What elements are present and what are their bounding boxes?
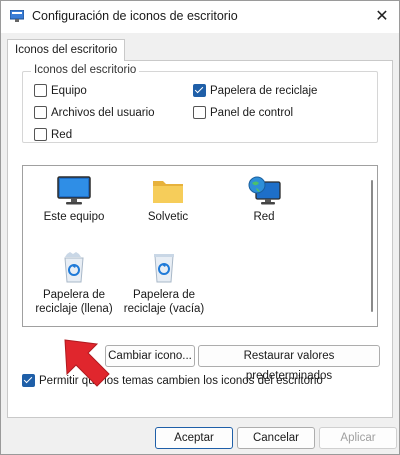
change-icon-button[interactable]: Cambiar icono... [105, 345, 195, 367]
icon-label: Solvetic [147, 211, 189, 223]
network-globe-icon [248, 176, 281, 205]
icon-label-line2: reciclaje (llena) [35, 303, 113, 315]
tab-desktop-icons[interactable]: Iconos del escritorio [7, 39, 126, 61]
close-button[interactable]: ✕ [369, 5, 395, 29]
icon-label: Este equipo [43, 211, 105, 223]
folder-icon [153, 181, 183, 203]
checkbox-papelera[interactable]: Papelera de reciclaje [193, 84, 317, 97]
icon-label-line1: Papelera de [42, 289, 106, 301]
apply-button[interactable]: Aplicar [319, 427, 397, 449]
app-icon [10, 10, 24, 22]
checkbox-label: Panel de control [210, 106, 294, 119]
recycle-bin-empty-icon [154, 254, 174, 283]
list-item-papelera-llena[interactable]: Papelera de reciclaje (llena) [29, 250, 119, 316]
list-item-solvetic[interactable]: Solvetic [123, 176, 213, 224]
groupbox-legend: Iconos del escritorio [31, 64, 140, 76]
checkbox-archivos-usuario[interactable]: Archivos del usuario [34, 106, 155, 119]
cancel-button[interactable]: Cancelar [237, 427, 315, 449]
checkbox-panel-control[interactable]: Panel de control [193, 106, 293, 119]
window-title: Configuración de iconos de escritorio [32, 9, 238, 23]
monitor-icon [57, 176, 91, 205]
icon-label-line1: Papelera de [132, 289, 196, 301]
checkbox-box-checked[interactable] [22, 374, 35, 387]
annotation-arrow-icon [64, 339, 110, 387]
checkbox-box[interactable] [34, 106, 47, 119]
title-bar: Configuración de iconos de escritorio ✕ [1, 1, 399, 33]
checkbox-box[interactable] [34, 84, 47, 97]
checkbox-box-checked[interactable] [193, 84, 206, 97]
icon-list[interactable]: Este equipo Solvetic Red Papelera de rec… [22, 165, 378, 327]
close-icon: ✕ [375, 8, 389, 25]
list-item-papelera-vacia[interactable]: Papelera de reciclaje (vacía) [119, 250, 209, 316]
accept-button[interactable]: Aceptar [155, 427, 233, 449]
checkbox-label: Archivos del usuario [51, 106, 155, 119]
dialog-window: Configuración de iconos de escritorio ✕ … [0, 0, 400, 455]
desktop-icons-groupbox: Iconos del escritorio Equipo Archivos de… [22, 64, 378, 143]
icon-label-line2: reciclaje (vacía) [123, 303, 205, 315]
restore-defaults-button[interactable]: Restaurar valores predeterminados [198, 345, 380, 382]
icon-label: Red [253, 211, 275, 223]
checkbox-equipo[interactable]: Equipo [34, 84, 87, 97]
list-item-este-equipo[interactable]: Este equipo [29, 176, 119, 224]
list-item-red[interactable]: Red [219, 176, 309, 224]
checkbox-label: Red [51, 128, 73, 141]
checkbox-box[interactable] [34, 128, 47, 141]
checkbox-box[interactable] [193, 106, 206, 119]
vertical-scrollbar[interactable] [371, 180, 373, 312]
checkbox-label: Papelera de reciclaje [210, 84, 318, 97]
recycle-bin-full-icon [64, 252, 84, 283]
checkbox-label: Equipo [51, 84, 87, 97]
checkbox-red[interactable]: Red [34, 128, 72, 141]
